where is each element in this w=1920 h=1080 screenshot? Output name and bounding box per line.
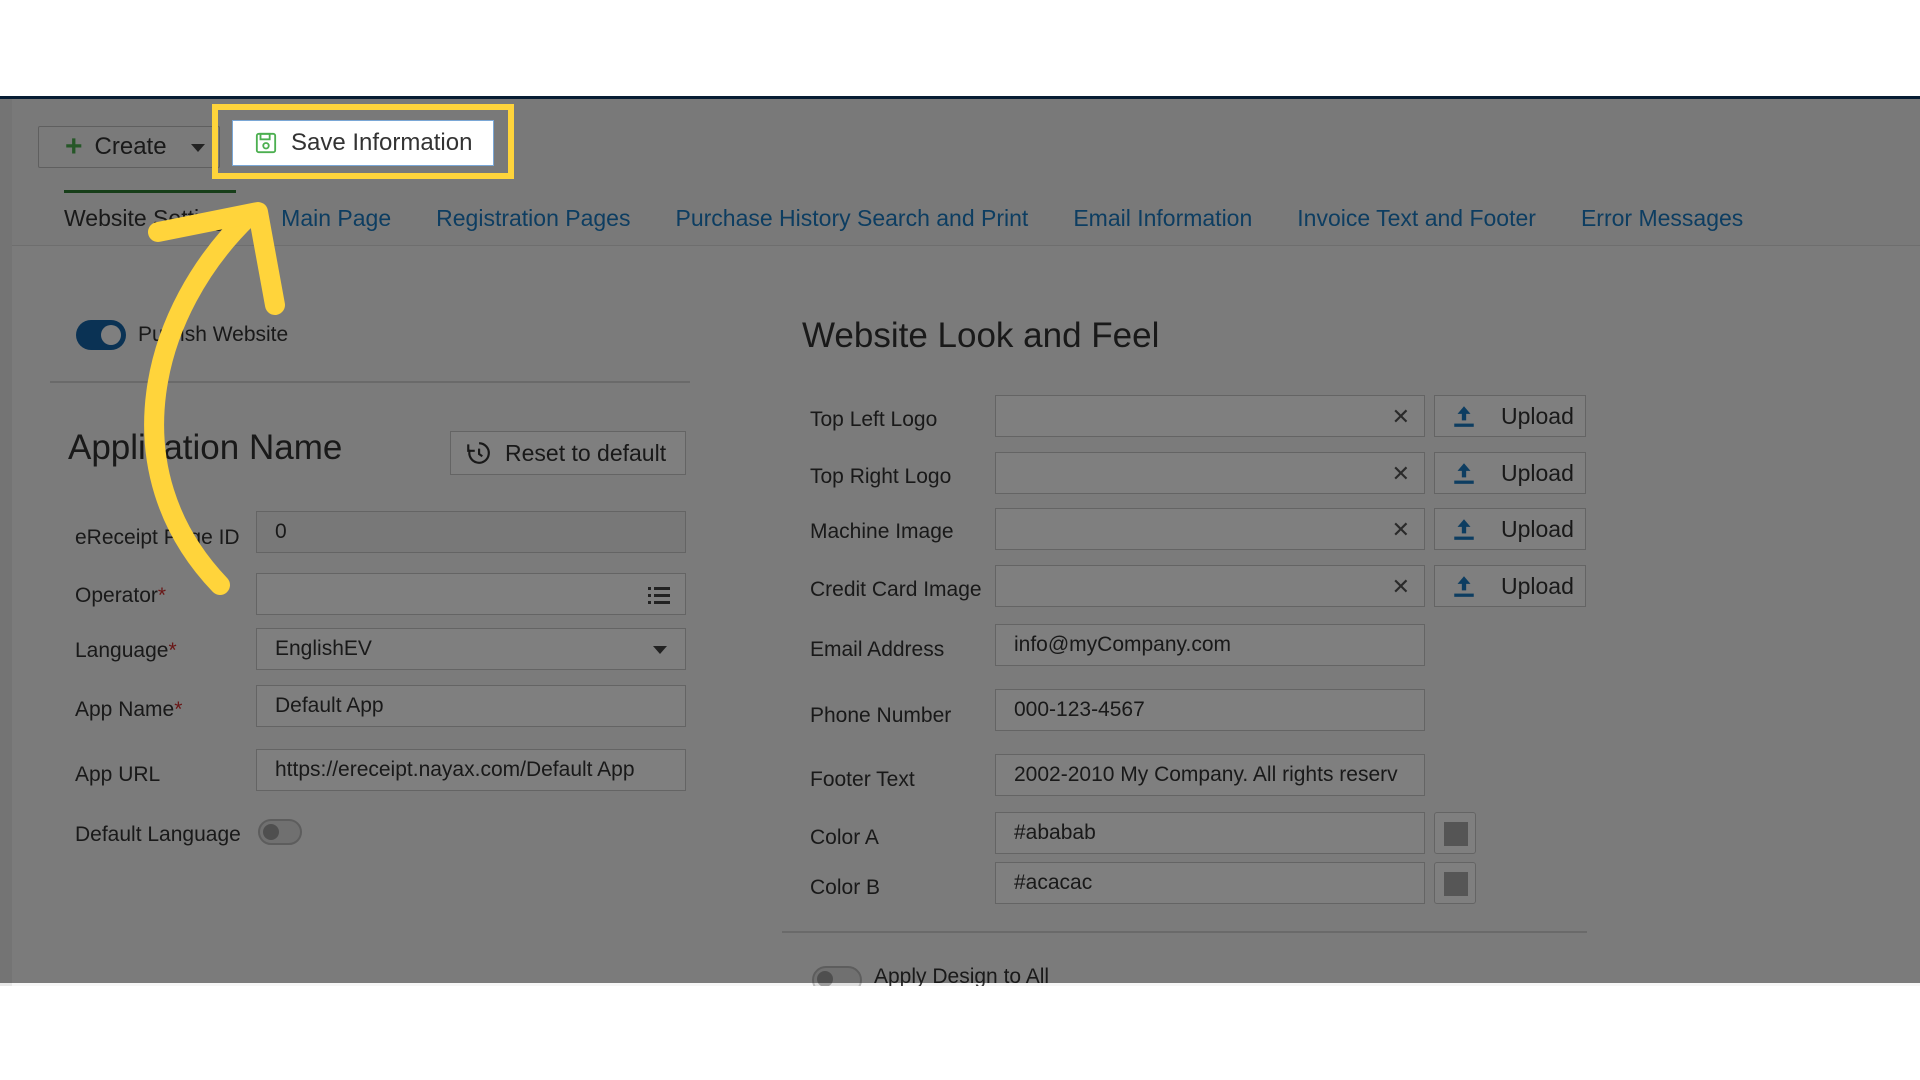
footer-text-label: Footer Text <box>810 768 915 791</box>
tab-website-settings[interactable]: Website Settings <box>64 190 237 244</box>
color-a-label: Color A <box>810 826 879 849</box>
default-language-label: Default Language <box>75 823 241 846</box>
plus-icon: + <box>65 130 83 163</box>
top-right-logo-label: Top Right Logo <box>810 465 952 488</box>
look-and-feel-title: Website Look and Feel <box>802 316 1160 355</box>
apply-design-toggle[interactable] <box>812 966 862 986</box>
reset-to-default-button[interactable]: Reset to default <box>450 431 686 475</box>
publish-website-label: Publish Website <box>138 323 289 346</box>
tab-error-messages[interactable]: Error Messages <box>1581 205 1743 244</box>
divider <box>50 381 690 383</box>
color-b-label: Color B <box>810 876 881 899</box>
color-b-field[interactable]: #acacac <box>995 862 1425 904</box>
create-button-label: Create <box>94 133 167 160</box>
language-label: Language* <box>75 639 177 662</box>
app-url-label: App URL <box>75 763 161 786</box>
tab-email-information[interactable]: Email Information <box>1073 205 1252 244</box>
apply-design-label: Apply Design to All <box>874 965 1050 986</box>
top-right-logo-upload-button[interactable]: Upload <box>1434 452 1586 494</box>
close-icon[interactable]: ✕ <box>1392 517 1410 543</box>
ereceipt-page-id-field[interactable]: 0 <box>256 511 686 553</box>
list-icon[interactable] <box>647 584 671 606</box>
phone-number-field[interactable]: 000-123-4567 <box>995 689 1425 731</box>
email-address-field[interactable]: info@myCompany.com <box>995 624 1425 666</box>
close-icon[interactable]: ✕ <box>1392 574 1410 600</box>
credit-card-image-label: Credit Card Image <box>810 578 982 601</box>
top-left-logo-label: Top Left Logo <box>810 408 938 431</box>
create-button[interactable]: + Create <box>38 126 220 168</box>
color-b-swatch <box>1444 872 1468 896</box>
color-a-picker[interactable] <box>1434 812 1476 854</box>
chevron-down-icon <box>653 646 667 654</box>
reset-button-label: Reset to default <box>505 439 667 466</box>
upload-icon <box>1454 463 1474 484</box>
upload-icon <box>1454 519 1474 540</box>
machine-image-label: Machine Image <box>810 520 954 543</box>
chevron-down-icon[interactable] <box>191 144 205 152</box>
app-window: + Create Website Settings Main Page Regi… <box>0 96 1920 986</box>
divider <box>782 931 1587 933</box>
close-icon[interactable]: ✕ <box>1392 461 1410 487</box>
top-left-logo-upload-button[interactable]: Upload <box>1434 395 1586 437</box>
history-icon <box>467 442 490 464</box>
upload-icon <box>1454 406 1474 427</box>
language-select[interactable]: EnglishEV <box>256 628 686 670</box>
app-url-field[interactable]: https://ereceipt.nayax.com/Default App <box>256 749 686 791</box>
close-icon[interactable]: ✕ <box>1392 404 1410 430</box>
machine-image-field[interactable]: ✕ <box>995 508 1425 550</box>
color-a-field[interactable]: #ababab <box>995 812 1425 854</box>
tab-registration-pages[interactable]: Registration Pages <box>436 205 630 244</box>
ereceipt-page-id-label: eReceipt Page ID <box>75 526 240 549</box>
tab-main-page[interactable]: Main Page <box>281 205 391 244</box>
operator-field[interactable] <box>256 573 686 615</box>
settings-content: Publish Website Application Name Reset t… <box>12 246 1920 986</box>
app-name-label: App Name* <box>75 698 183 721</box>
footer-text-field[interactable]: 2002-2010 My Company. All rights reserv <box>995 754 1425 796</box>
color-a-swatch <box>1444 822 1468 846</box>
credit-card-image-upload-button[interactable]: Upload <box>1434 565 1586 607</box>
email-address-label: Email Address <box>810 638 945 661</box>
highlight-box <box>212 104 514 179</box>
app-name-field[interactable]: Default App <box>256 685 686 727</box>
application-name-title: Application Name <box>68 428 343 467</box>
machine-image-upload-button[interactable]: Upload <box>1434 508 1586 550</box>
top-right-logo-field[interactable]: ✕ <box>995 452 1425 494</box>
default-language-toggle[interactable] <box>258 819 302 845</box>
tab-bar: Website Settings Main Page Registration … <box>24 190 1788 244</box>
top-left-logo-field[interactable]: ✕ <box>995 395 1425 437</box>
color-b-picker[interactable] <box>1434 862 1476 904</box>
upload-icon <box>1454 576 1474 597</box>
publish-website-toggle[interactable] <box>76 320 126 350</box>
credit-card-image-field[interactable]: ✕ <box>995 565 1425 607</box>
phone-number-label: Phone Number <box>810 704 952 727</box>
tab-purchase-history[interactable]: Purchase History Search and Print <box>675 205 1028 244</box>
tab-invoice-text-footer[interactable]: Invoice Text and Footer <box>1297 205 1536 244</box>
operator-label: Operator* <box>75 584 167 607</box>
